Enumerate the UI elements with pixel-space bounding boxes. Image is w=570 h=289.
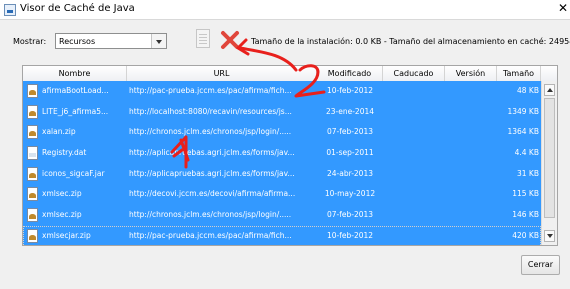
cell-modificado: 24-abr-2013 (326, 168, 373, 178)
cache-table[interactable]: Nombre URL Modificado Caducado Versión T… (22, 65, 558, 246)
cell-caducado (389, 226, 445, 245)
cell-caducado (389, 122, 445, 143)
header-corner (541, 66, 557, 81)
scroll-up-icon[interactable] (544, 84, 555, 96)
cell-name: LITE_j6_afirma5... (42, 106, 109, 116)
jar-file-icon (27, 208, 38, 223)
table-header: Nombre URL Modificado Caducado Versión T… (23, 66, 557, 82)
table-row[interactable]: LITE_j6_afirma5... http://localhost:8080/… (23, 101, 541, 123)
table-rows: afirmaBootLoad... http://pac-prueba.jccm.… (23, 81, 541, 245)
cell-tamano: 146 KB (512, 210, 539, 220)
cell-caducado (389, 184, 445, 205)
row-icon-cell (26, 81, 40, 102)
cell-tamano: 115 KB (512, 189, 539, 199)
mostrar-value: Recursos (59, 37, 96, 46)
cell-url: http://decovi.jccm.es/decovi/afirma/afir… (129, 189, 296, 199)
cell-tamano: 48 KB (517, 86, 539, 95)
cache-size-info: Tamaño de la instalación: 0.0 KB - Tamañ… (251, 37, 570, 46)
row-icon-cell (26, 205, 40, 226)
table-row[interactable]: xmlsec.zip http://decovi.jccm.es/decovi/a… (23, 184, 541, 206)
jar-file-icon (27, 125, 38, 140)
cell-modificado: 10-feb-2012 (326, 86, 374, 95)
cell-version (447, 81, 497, 102)
row-icon-cell (26, 143, 40, 164)
cell-tamano: 4.4 KB (514, 148, 539, 158)
scroll-down-icon[interactable] (544, 230, 555, 242)
jar-file-icon (27, 166, 38, 181)
col-header-caducado[interactable]: Caducado (383, 66, 445, 81)
cell-version (447, 143, 497, 164)
row-icon-cell (26, 226, 40, 245)
cell-version (447, 102, 497, 123)
cell-caducado (389, 143, 445, 164)
col-header-version[interactable]: Versión (445, 66, 497, 81)
cell-caducado (389, 205, 445, 226)
document-icon[interactable] (196, 29, 210, 48)
table-row[interactable]: xalan.zip http://chronos.jclm.es/chronos/… (23, 122, 541, 144)
table-row[interactable]: iconos_sigcaF.jar http://aplicapruebas.ag… (23, 163, 541, 185)
cell-caducado (389, 102, 445, 123)
table-row[interactable]: xmlsec.zip http://chronos.jclm.es/chronos… (23, 205, 541, 226)
jar-file-icon (27, 84, 38, 98)
cell-caducado (389, 81, 445, 102)
cell-modificado: 23-ene-2014 (325, 106, 375, 116)
cell-url: http://localhost:8080/recavin/resources/… (129, 106, 292, 116)
delete-x-icon[interactable] (219, 29, 241, 51)
scroll-thumb[interactable] (544, 98, 555, 218)
table-row[interactable]: afirmaBootLoad... http://pac-prueba.jccm.… (23, 81, 541, 102)
cell-version (447, 164, 497, 185)
cell-url: http://chronos.jclm.es/chronos/jsp/login… (129, 127, 292, 137)
col-header-modificado[interactable]: Modificado (317, 66, 383, 81)
cell-url: http://chronos.jclm.es/chronos/jsp/login… (129, 210, 292, 220)
title-bar: Visor de Caché de Java ✕ (0, 0, 570, 20)
vertical-scrollbar[interactable] (541, 81, 557, 245)
cell-url: http://pac-prueba.jccm.es/pac/afirma/fic… (129, 86, 292, 95)
cell-version (447, 122, 497, 143)
cell-version (447, 226, 497, 245)
cerrar-button[interactable]: Cerrar (521, 255, 560, 275)
col-header-tamano[interactable]: Tamaño (497, 66, 541, 81)
cell-modificado: 07-feb-2013 (326, 210, 374, 220)
cell-name: afirmaBootLoad... (42, 86, 109, 95)
cell-name: xmlsec.zip (42, 189, 82, 199)
cell-version (447, 184, 497, 205)
cell-tamano: 31 KB (517, 168, 539, 178)
cell-name: iconos_sigcaF.jar (42, 168, 105, 178)
window-title: Visor de Caché de Java (20, 3, 135, 14)
col-header-nombre[interactable]: Nombre (23, 66, 127, 81)
cell-name: xalan.zip (42, 127, 76, 137)
mostrar-dropdown[interactable]: Recursos (55, 33, 167, 49)
row-icon-cell (26, 122, 40, 143)
cell-url: http://aplicapruebas.agri.jclm.es/forms/… (129, 148, 295, 158)
cell-caducado (389, 164, 445, 185)
jar-file-icon (27, 228, 38, 243)
cell-url: http://pac-prueba.jccm.es/pac/afirma/fic… (129, 230, 292, 240)
cell-tamano: 1349 KB (507, 106, 539, 116)
table-row[interactable]: xmlsecjar.zip http://pac-prueba.jccm.es/p… (23, 225, 541, 245)
cell-name: Registry.dat (42, 148, 87, 158)
window-close-button[interactable]: ✕ (558, 1, 568, 15)
chevron-down-icon[interactable] (151, 34, 166, 48)
cell-tamano: 1364 KB (507, 127, 539, 137)
col-header-url[interactable]: URL (127, 66, 317, 81)
row-icon-cell (26, 164, 40, 185)
cell-modificado: 07-feb-2013 (326, 127, 374, 137)
java-cache-icon (4, 4, 16, 16)
cell-modificado: 01-sep-2011 (326, 148, 374, 158)
jar-file-icon (27, 187, 38, 202)
file-icon (27, 146, 38, 161)
cell-name: xmlsecjar.zip (42, 230, 91, 240)
cell-version (447, 205, 497, 226)
cell-modificado: 10-feb-2012 (326, 230, 374, 240)
jar-file-icon (27, 104, 38, 119)
cell-name: xmlsec.zip (42, 210, 82, 220)
row-icon-cell (26, 184, 40, 205)
cell-tamano: 420 KB (512, 230, 539, 240)
table-row[interactable]: Registry.dat http://aplicapruebas.agri.jc… (23, 143, 541, 164)
mostrar-label: Mostrar: (13, 37, 47, 46)
cell-modificado: 10-may-2012 (324, 189, 376, 199)
cell-url: http://aplicapruebas.agri.jclm.es/forms/… (129, 168, 295, 178)
row-icon-cell (26, 102, 40, 123)
